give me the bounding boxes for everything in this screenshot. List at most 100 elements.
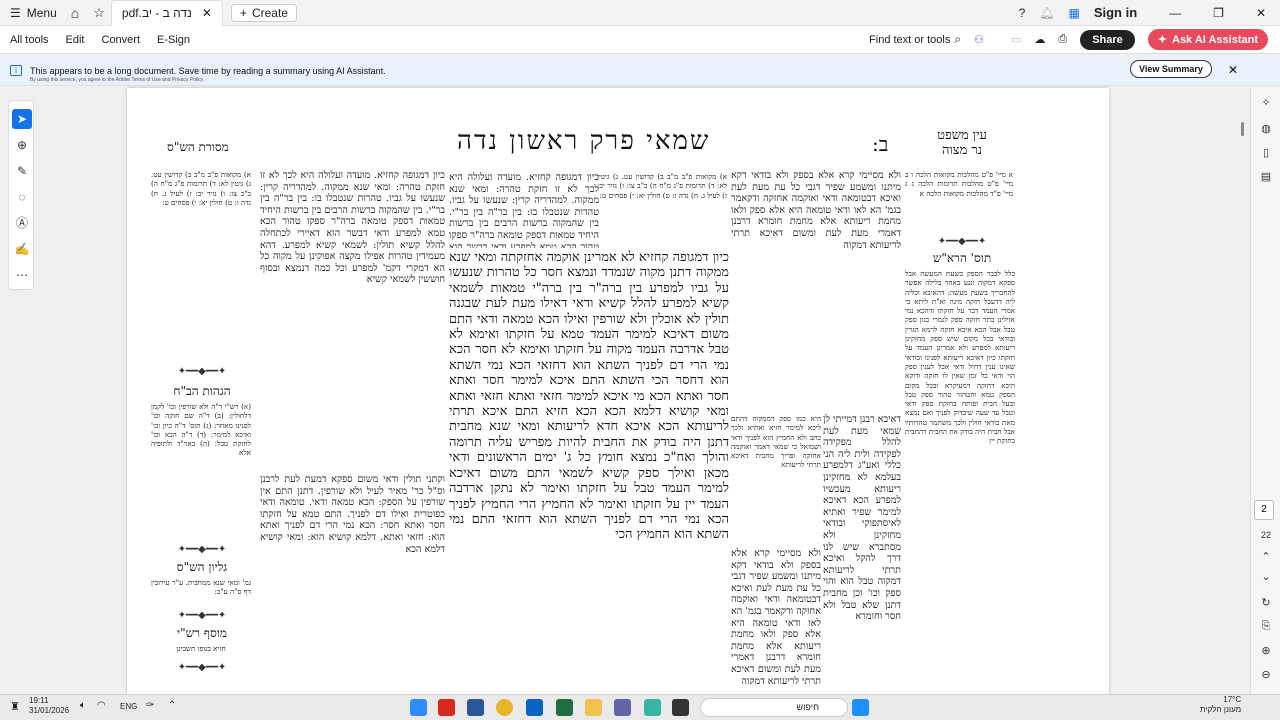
weather-widget[interactable]: 17°C מעונן חלקית xyxy=(1200,695,1241,715)
language-indicator[interactable]: ENG xyxy=(120,702,137,711)
ornament-divider: ✦━━◆━━✦ xyxy=(937,236,987,247)
lasso-icon[interactable]: ◌ xyxy=(12,187,32,207)
hagahot-habach-text: (א) רש"י ד"ה ולא שורפין וכו' לקמן דלחולי… xyxy=(151,402,251,458)
tosfot-harosh-text: כלל לבבר הספק בשעת המעשה אבל ספקא דמקוה … xyxy=(905,269,1015,446)
main-toolbar: All tools Edit Convert E-Sign Find text … xyxy=(0,26,1280,54)
thumbnails-icon[interactable]: ▤ xyxy=(1257,170,1275,183)
apps-grid-icon[interactable]: ▦ xyxy=(1068,6,1079,20)
menu-convert[interactable]: Convert xyxy=(102,34,141,46)
hamburger-icon: ☰ xyxy=(10,5,21,20)
total-pages: 22 xyxy=(1260,530,1271,540)
bell-icon[interactable]: 🔔︎ xyxy=(1039,6,1054,20)
clock-time: 19:11 xyxy=(29,696,49,705)
export-icon[interactable]: ⎘ xyxy=(1257,620,1275,633)
minimize-icon[interactable]: — xyxy=(1169,6,1181,20)
outlook-app-icon[interactable] xyxy=(526,699,543,716)
menu-all-tools[interactable]: All tools xyxy=(10,34,49,46)
view-summary-button[interactable]: View Summary xyxy=(1130,60,1212,78)
close-banner-icon[interactable]: ✕ xyxy=(1228,63,1238,77)
ai-summary-banner: i This appears to be a long document. Sa… xyxy=(0,56,1280,86)
gilyon-hashas-label: גליון הש"ס xyxy=(176,560,228,574)
temperature: 17°C xyxy=(1223,695,1242,704)
scroll-up-icon[interactable]: ⌃ xyxy=(1257,550,1275,563)
tosafot-inset: היא כמו ספק דממקוה דהתם ליכא למימר חזיא … xyxy=(731,414,821,470)
sign-in-button[interactable]: Sign in xyxy=(1094,5,1137,20)
bookmark-icon[interactable]: ▯ xyxy=(1257,146,1275,159)
musaf-rashi-text: חזיא בגופו חשבינן xyxy=(176,644,226,653)
app-icon[interactable]: ♜ xyxy=(10,700,20,713)
comment-icon[interactable]: ◍ xyxy=(1257,122,1275,135)
zoom-in-icon[interactable]: ⊕ xyxy=(1257,644,1275,657)
menu-esign[interactable]: E-Sign xyxy=(157,34,190,46)
rotate-icon[interactable]: ↻ xyxy=(1257,596,1275,609)
help-icon[interactable]: ? xyxy=(1019,6,1026,20)
tab-title: נדה ב - יב.pdf xyxy=(121,6,192,20)
pen-tray-icon[interactable]: ✑ xyxy=(146,700,154,711)
terminal-app-icon[interactable] xyxy=(672,699,689,716)
taskbar-search[interactable]: חיפוש xyxy=(700,698,848,717)
share-button[interactable]: Share xyxy=(1080,29,1135,50)
tosafot-column-a: ולא מסיימי קרא אלא בספק ולא בודאי דקא מי… xyxy=(731,170,901,251)
scroll-down-icon[interactable]: ⌄ xyxy=(1257,570,1275,583)
tosafot-column-b: דאיבא רבנן דמייתי לן שמאי מעת לעת להלל מ… xyxy=(823,414,901,623)
copilot-app-icon[interactable] xyxy=(644,699,661,716)
banner-subtext: By using this service, you agree to the … xyxy=(30,77,205,83)
ein-mishpat-header: עין משפט נר מצוה xyxy=(937,128,987,158)
menu-edit[interactable]: Edit xyxy=(66,34,85,46)
title-bar: ☰ Menu ⌂ ☆ נדה ב - יב.pdf ✕ + Create ? 🔔… xyxy=(0,0,1280,26)
teams-app-icon[interactable] xyxy=(614,699,631,716)
menu-button[interactable]: ☰ Menu xyxy=(0,0,67,26)
gemara-top-left: כיון דמגופה קחזיא. מועדה ועלולה היא לכך … xyxy=(449,172,599,248)
chevron-up-icon[interactable]: ⌃ xyxy=(168,700,176,711)
plus-icon: + xyxy=(239,5,247,20)
more-tools-icon[interactable]: ⋯ xyxy=(12,265,32,285)
gemara-main-text: כיון דמגופה קחזיא לא אמרינן אוקמה אחזקתה… xyxy=(449,250,729,543)
acrobat-app-icon[interactable] xyxy=(438,699,455,716)
tosafot-column-c: ולא מסיימי קרא אלא בספק ולא בודאי דקא מי… xyxy=(731,548,821,684)
ask-ai-button[interactable]: ✦ Ask AI Assistant xyxy=(1147,29,1268,50)
star-icon[interactable]: ☆ xyxy=(93,5,105,21)
save-icon[interactable]: ▭ xyxy=(1011,33,1021,46)
zoom-out-icon[interactable]: ⊖ xyxy=(1257,668,1275,681)
close-window-icon[interactable]: ✕ xyxy=(1256,6,1266,20)
zoom-comment-icon[interactable]: ⊕ xyxy=(12,135,32,155)
weather-desc: מעונן חלקית xyxy=(1200,705,1242,714)
text-box-icon[interactable]: Ⓐ xyxy=(12,213,32,233)
print-icon[interactable]: ⎙ xyxy=(1058,33,1067,46)
vertical-scrollbar[interactable] xyxy=(1241,122,1244,136)
word-app-icon[interactable] xyxy=(467,699,484,716)
maximize-icon[interactable]: ❐ xyxy=(1213,6,1224,20)
select-cursor-icon[interactable]: ➤ xyxy=(12,109,32,129)
info-icon: i xyxy=(10,65,22,76)
zoom-app-icon[interactable] xyxy=(410,699,427,716)
folder-app-icon[interactable] xyxy=(585,699,602,716)
volume-icon[interactable]: 🔈︎ xyxy=(80,700,86,711)
gilyon-hashas-text: גמ' ומאי שנא ממחבית. ע"ר עירובין דף ס"ה … xyxy=(151,578,251,597)
sign-icon[interactable]: ✍ xyxy=(12,239,32,259)
excel-app-icon[interactable] xyxy=(556,699,573,716)
windows-start-icon[interactable] xyxy=(852,699,869,716)
ai-search-icon[interactable]: ⚇ xyxy=(974,33,984,46)
chrome-app-icon[interactable] xyxy=(496,699,513,716)
ornament-divider: ✦━━◆━━✦ xyxy=(177,366,227,377)
ask-ai-label: Ask AI Assistant xyxy=(1172,33,1258,46)
wifi-icon[interactable]: ◠ xyxy=(97,700,106,711)
clock[interactable]: 19:11 31/01/2026 xyxy=(29,696,69,716)
home-icon[interactable]: ⌂ xyxy=(71,5,79,21)
close-tab-icon[interactable]: ✕ xyxy=(202,6,212,20)
header-gloss: א) מקואות פ"ב מ"ב ב) קדושין עט. ג) גיטין… xyxy=(597,172,727,200)
page-title: שמאי פרק ראשון נדה xyxy=(457,126,711,156)
create-button[interactable]: + Create xyxy=(230,3,297,22)
current-page-input[interactable]: 2 xyxy=(1254,500,1274,520)
ornament-divider: ✦━━◆━━✦ xyxy=(177,662,227,673)
find-tools-button[interactable]: Find text or tools ⌕ xyxy=(869,32,961,47)
ornament-divider: ✦━━◆━━✦ xyxy=(177,544,227,555)
tosfot-harosh-label: תוס' הרא"ש xyxy=(932,251,992,265)
ai-assistant-icon[interactable]: ✧ xyxy=(1257,96,1275,109)
ein-mishpat-notes: א מיי' פ"ט מהלכות מקואות הלכה ו ב מיי' פ… xyxy=(905,170,1013,198)
pen-icon[interactable]: ✎ xyxy=(12,161,32,181)
create-label: Create xyxy=(251,5,288,20)
ai-sparkle-icon: ✦ xyxy=(1157,34,1167,46)
document-tab[interactable]: נדה ב - יב.pdf ✕ xyxy=(110,0,223,26)
cloud-upload-icon[interactable]: ☁ xyxy=(1034,33,1045,46)
